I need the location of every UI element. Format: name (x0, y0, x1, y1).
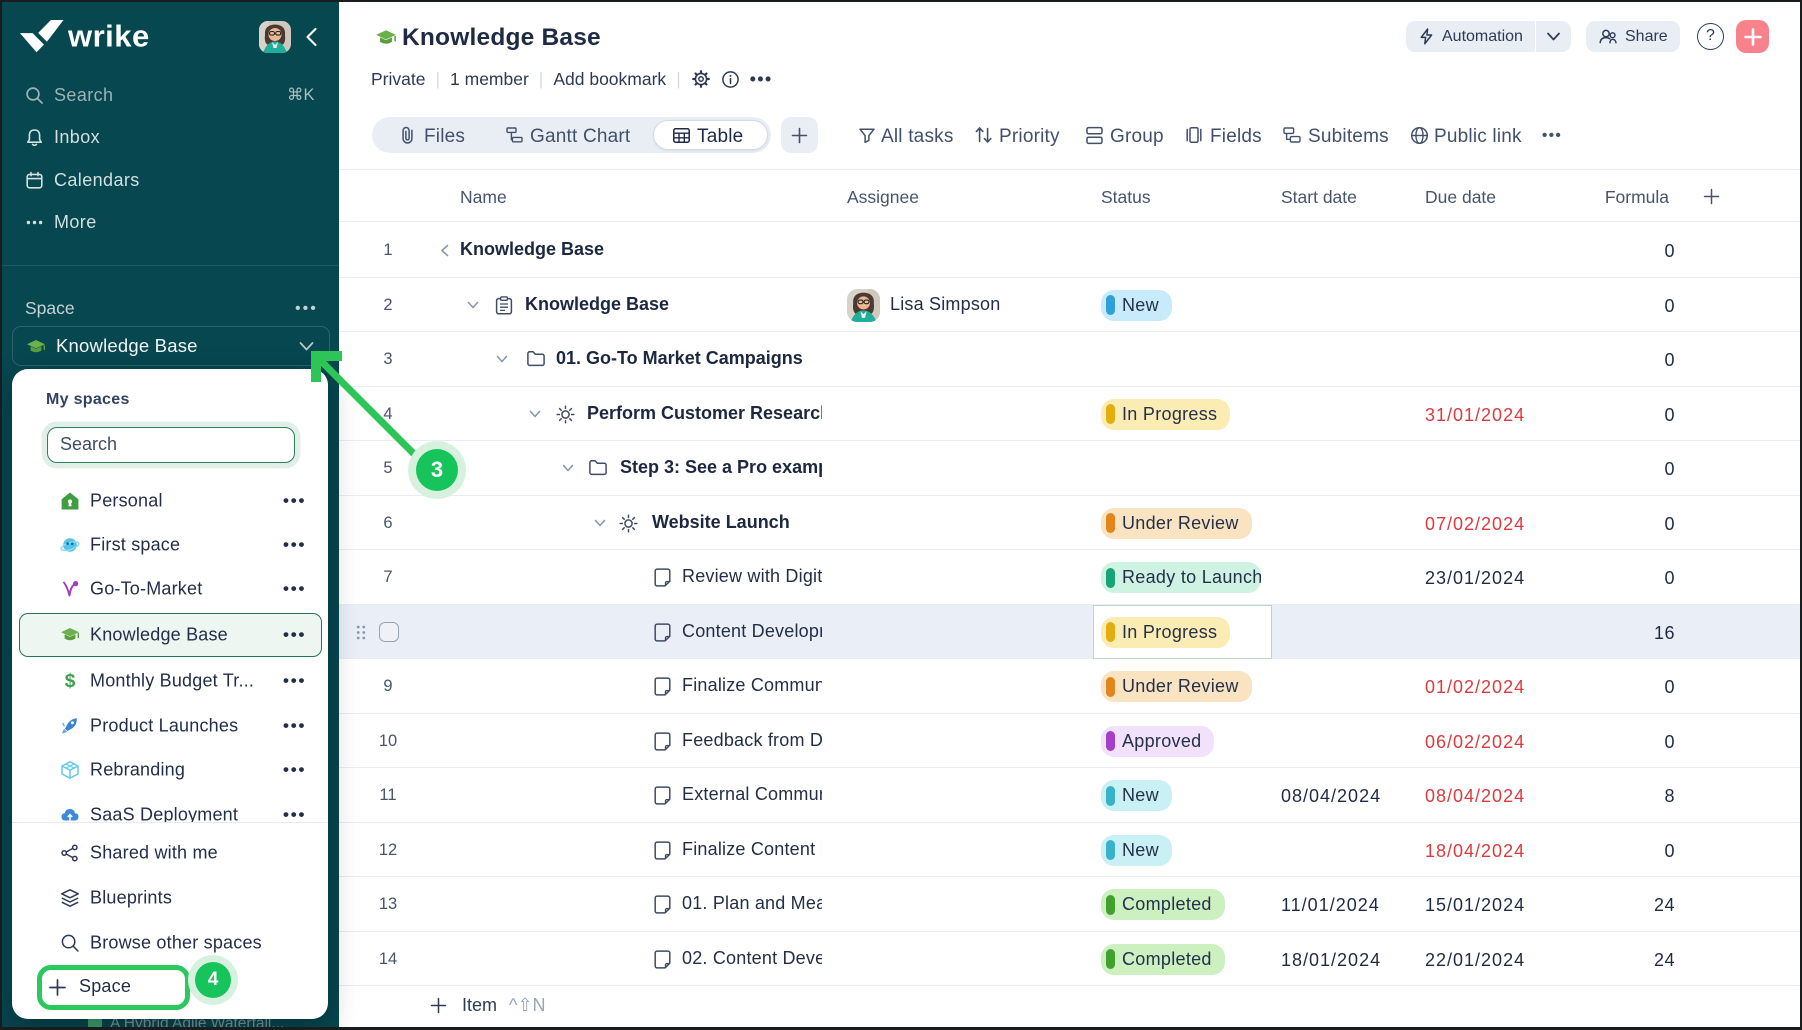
svg-text:$: $ (65, 671, 76, 691)
svg-text:wrike: wrike (67, 20, 150, 54)
